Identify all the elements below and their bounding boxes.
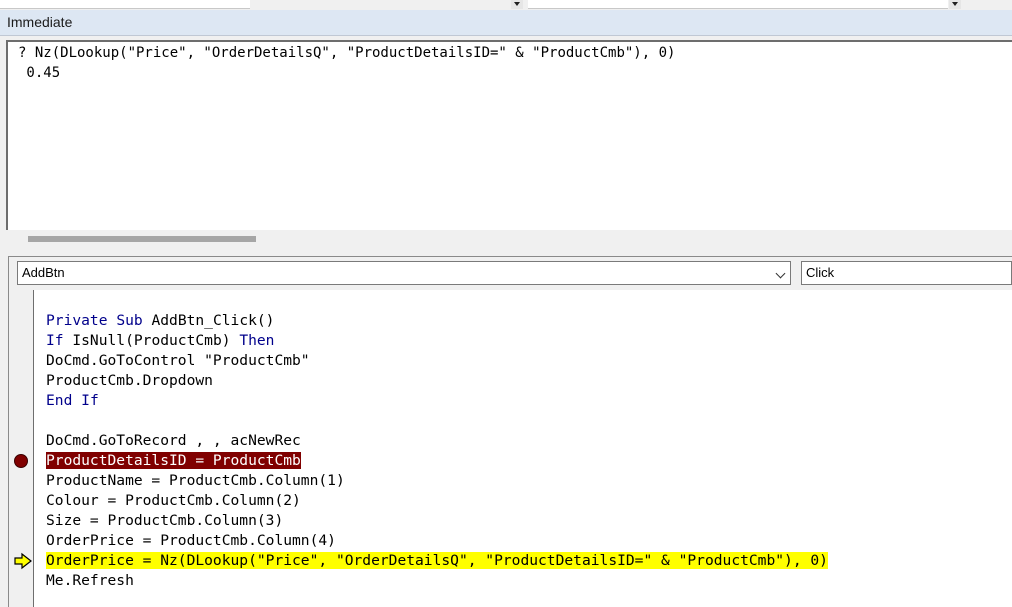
- chevron-down-icon[interactable]: [511, 0, 523, 9]
- code-line[interactable]: DoCmd.GoToControl "ProductCmb": [46, 351, 310, 371]
- execution-pointer-icon[interactable]: [13, 551, 33, 571]
- code-text: IsNull(ProductCmb): [63, 332, 240, 349]
- code-line[interactable]: Me.Refresh: [46, 571, 134, 591]
- object-combo-value: AddBtn: [22, 265, 65, 280]
- current-execution-line[interactable]: OrderPrice = Nz(DLookup("Price", "OrderD…: [46, 551, 828, 571]
- keyword: If: [81, 392, 99, 409]
- code-line[interactable]: Private Sub AddBtn_Click(): [46, 311, 274, 331]
- procedure-combo[interactable]: Click: [801, 261, 1012, 285]
- code-line[interactable]: Size = ProductCmb.Column(3): [46, 511, 283, 531]
- keyword: If: [46, 332, 64, 349]
- immediate-window[interactable]: ? Nz(DLookup("Price", "OrderDetailsQ", "…: [6, 40, 1012, 230]
- immediate-line[interactable]: 0.45: [18, 65, 60, 81]
- code-text: AddBtn_Click(): [142, 312, 275, 329]
- code-line[interactable]: ProductCmb.Dropdown: [46, 371, 213, 391]
- breakpoint-highlight: ProductDetailsID = ProductCmb: [46, 452, 301, 469]
- code-line[interactable]: Colour = ProductCmb.Column(2): [46, 491, 301, 511]
- horizontal-scrollbar[interactable]: [6, 230, 1012, 248]
- toolbar-field[interactable]: [0, 0, 250, 9]
- code-line[interactable]: DoCmd.GoToRecord , , acNewRec: [46, 431, 301, 451]
- code-line[interactable]: ProductName = ProductCmb.Column(1): [46, 471, 345, 491]
- chevron-down-icon[interactable]: [949, 0, 961, 9]
- toolbar-field[interactable]: [528, 0, 948, 9]
- breakpoint-line[interactable]: ProductDetailsID = ProductCmb: [46, 451, 301, 471]
- keyword: Private: [46, 312, 108, 329]
- code-line[interactable]: If IsNull(ProductCmb) Then: [46, 331, 274, 351]
- keyword: Sub: [116, 312, 143, 329]
- procedure-combo-value: Click: [806, 265, 835, 280]
- keyword: End: [46, 392, 73, 409]
- scrollbar-thumb[interactable]: [28, 236, 256, 242]
- keyword: Then: [239, 332, 275, 349]
- immediate-window-title: Immediate: [0, 10, 1012, 36]
- object-combo[interactable]: AddBtn: [17, 261, 791, 285]
- code-line[interactable]: OrderPrice = ProductCmb.Column(4): [46, 531, 336, 551]
- code-line[interactable]: End If: [46, 391, 99, 411]
- immediate-line[interactable]: ? Nz(DLookup("Price", "OrderDetailsQ", "…: [18, 45, 675, 61]
- breakpoint-icon[interactable]: [14, 454, 28, 468]
- chevron-down-icon[interactable]: [775, 268, 786, 279]
- execution-highlight: OrderPrice = Nz(DLookup("Price", "OrderD…: [46, 552, 828, 569]
